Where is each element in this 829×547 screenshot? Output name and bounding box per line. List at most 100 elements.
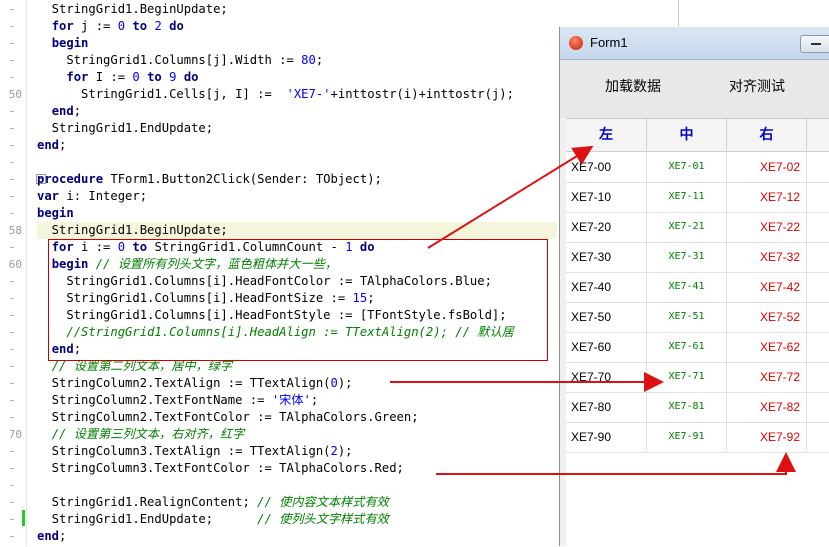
gutter-tick bbox=[10, 332, 14, 333]
code-token: 80 bbox=[301, 53, 316, 67]
grid-cell[interactable]: XE7-42 bbox=[727, 272, 807, 302]
code-token: // 设置第二列文本，居中，绿字 bbox=[51, 359, 233, 373]
code-line: var i: Integer; bbox=[37, 188, 557, 205]
gutter-tick bbox=[10, 60, 14, 61]
grid-cell[interactable]: XE7-91 bbox=[647, 422, 727, 452]
code-token: StringColumn2.TextAlign := TTextAlign( bbox=[37, 376, 331, 390]
code-token: ; bbox=[315, 53, 324, 67]
code-line: // 设置第三列文本，右对齐，红字 bbox=[37, 426, 557, 443]
code-token: 'XE7-' bbox=[286, 87, 331, 101]
code-token: StringColumn2.TextFontName := bbox=[37, 393, 272, 407]
code-token: end bbox=[37, 529, 60, 543]
code-token: 0 bbox=[330, 376, 338, 390]
gutter-tick bbox=[10, 162, 14, 163]
gutter-tick bbox=[10, 9, 14, 10]
toolbar: 加载数据 对齐测试 bbox=[560, 60, 829, 118]
code-token: 0 bbox=[132, 70, 140, 84]
load-data-button[interactable]: 加载数据 bbox=[605, 74, 661, 98]
grid-cell[interactable]: XE7-80 bbox=[566, 392, 647, 422]
grid-cell[interactable]: XE7-22 bbox=[727, 212, 807, 242]
grid-row[interactable]: XE7-40 XE7-41 XE7-42 bbox=[566, 272, 829, 303]
grid-row[interactable]: XE7-70 XE7-71 XE7-72 bbox=[566, 362, 829, 393]
grid-cell[interactable]: XE7-61 bbox=[647, 332, 727, 362]
align-test-button[interactable]: 对齐测试 bbox=[729, 74, 785, 98]
grid-row[interactable]: XE7-60 XE7-61 XE7-62 bbox=[566, 332, 829, 363]
grid-cell[interactable]: XE7-30 bbox=[566, 242, 647, 272]
grid-cell[interactable]: XE7-71 bbox=[647, 362, 727, 392]
gutter-tick bbox=[10, 179, 14, 180]
grid-cell[interactable]: XE7-82 bbox=[727, 392, 807, 422]
grid-cell[interactable]: XE7-00 bbox=[566, 152, 647, 182]
gutter-tick bbox=[10, 485, 14, 486]
code-token: TForm1.Button2Click(Sender: TObject); bbox=[103, 172, 382, 186]
gutter-tick bbox=[10, 468, 14, 469]
modified-line-marker bbox=[22, 510, 25, 526]
grid-cell[interactable]: XE7-10 bbox=[566, 182, 647, 212]
code-token: '宋体' bbox=[271, 393, 311, 407]
grid-cell[interactable]: XE7-62 bbox=[727, 332, 807, 362]
grid-cell[interactable]: XE7-92 bbox=[727, 422, 807, 452]
code-line: for j := 0 to 2 do bbox=[37, 18, 557, 35]
grid-cell[interactable]: XE7-12 bbox=[727, 182, 807, 212]
grid-cell[interactable]: XE7-72 bbox=[727, 362, 807, 392]
column-header-left[interactable]: 左 bbox=[566, 119, 647, 152]
grid-cell[interactable]: XE7-31 bbox=[647, 242, 727, 272]
code-line: end; bbox=[37, 103, 557, 120]
grid-cell[interactable]: XE7-90 bbox=[566, 422, 647, 452]
grid-cell[interactable]: XE7-50 bbox=[566, 302, 647, 332]
code-token: StringGrid1.EndUpdate; bbox=[37, 121, 214, 135]
grid-cell[interactable]: XE7-41 bbox=[647, 272, 727, 302]
grid-cell[interactable]: XE7-70 bbox=[566, 362, 647, 392]
code-line: StringColumn2.TextAlign := TTextAlign(0)… bbox=[37, 375, 557, 392]
code-token: end bbox=[51, 104, 74, 118]
grid-cell[interactable]: XE7-01 bbox=[647, 152, 727, 182]
code-token: StringGrid1.EndUpdate; bbox=[37, 512, 258, 526]
grid-cell[interactable]: XE7-20 bbox=[566, 212, 647, 242]
code-token: procedure bbox=[37, 172, 104, 186]
string-grid[interactable]: 左 中 右 XE7-00 XE7-01 XE7-02 XE7-10 XE7-11 XE7-… bbox=[566, 118, 829, 547]
column-header-center[interactable]: 中 bbox=[647, 119, 727, 152]
code-token: ); bbox=[337, 444, 353, 458]
grid-row[interactable]: XE7-20 XE7-21 XE7-22 bbox=[566, 212, 829, 243]
grid-row[interactable]: XE7-10 XE7-11 XE7-12 bbox=[566, 182, 829, 213]
code-line: StringColumn2.TextFontName := '宋体'; bbox=[37, 392, 557, 409]
annotation-highlight-box bbox=[48, 239, 548, 361]
grid-cell[interactable]: XE7-81 bbox=[647, 392, 727, 422]
grid-cell[interactable]: XE7-32 bbox=[727, 242, 807, 272]
code-line: StringGrid1.EndUpdate; bbox=[37, 120, 557, 137]
app-icon bbox=[569, 36, 583, 50]
gutter-tick bbox=[10, 519, 14, 520]
form1-window: Form1 加载数据 对齐测试 左 中 右 XE7-00 XE7-01 XE7-02… bbox=[559, 27, 829, 547]
code-token: for bbox=[51, 19, 74, 33]
grid-cell[interactable]: XE7-02 bbox=[727, 152, 807, 182]
title-bar[interactable]: Form1 bbox=[560, 27, 829, 60]
code-token: +inttostr(i)+inttostr(j); bbox=[330, 87, 514, 101]
minimize-button[interactable] bbox=[800, 35, 829, 53]
grid-cell[interactable]: XE7-40 bbox=[566, 272, 647, 302]
code-line: StringGrid1.RealignContent; // 使内容文本样式有效 bbox=[37, 494, 557, 511]
gutter-tick bbox=[10, 451, 14, 452]
grid-cell[interactable]: XE7-52 bbox=[727, 302, 807, 332]
grid-row[interactable]: XE7-30 XE7-31 XE7-32 bbox=[566, 242, 829, 273]
grid-row[interactable]: XE7-50 XE7-51 XE7-52 bbox=[566, 302, 829, 333]
code-line: StringGrid1.Cells[j, I] := 'XE7-'+inttos… bbox=[37, 86, 557, 103]
gutter-tick bbox=[10, 536, 14, 537]
grid-row[interactable]: XE7-80 XE7-81 XE7-82 bbox=[566, 392, 829, 423]
grid-cell[interactable]: XE7-51 bbox=[647, 302, 727, 332]
grid-cell[interactable]: XE7-11 bbox=[647, 182, 727, 212]
column-header-right[interactable]: 右 bbox=[727, 119, 807, 152]
code-line: procedure TForm1.Button2Click(Sender: TO… bbox=[37, 171, 557, 188]
code-token: ; bbox=[59, 138, 67, 152]
grid-cell[interactable]: XE7-60 bbox=[566, 332, 647, 362]
grid-row[interactable]: XE7-90 XE7-91 XE7-92 bbox=[566, 422, 829, 453]
code-token: do bbox=[169, 19, 184, 33]
gutter-tick bbox=[10, 298, 14, 299]
grid-row[interactable]: XE7-00 XE7-01 XE7-02 bbox=[566, 152, 829, 183]
grid-cell[interactable]: XE7-21 bbox=[647, 212, 727, 242]
